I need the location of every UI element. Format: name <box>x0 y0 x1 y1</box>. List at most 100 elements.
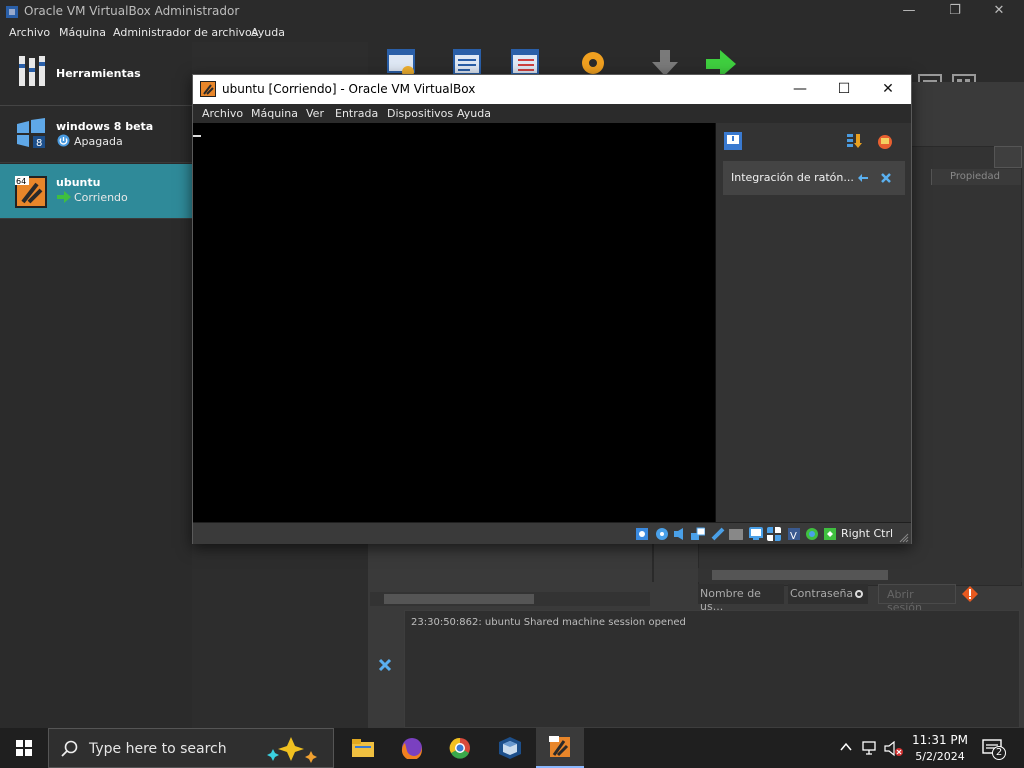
firefox-icon <box>401 738 422 759</box>
text-cursor <box>193 135 201 137</box>
taskbar-chrome[interactable] <box>436 728 484 768</box>
vm-display[interactable] <box>193 123 715 522</box>
network-wired-icon[interactable] <box>862 741 880 755</box>
optical-drive-icon[interactable] <box>655 527 669 541</box>
show-password-icon[interactable] <box>854 589 864 599</box>
scrollbar-thumb[interactable] <box>712 570 888 580</box>
search-placeholder: Type here to search <box>89 741 227 757</box>
host-key-label: Right Ctrl <box>841 527 894 540</box>
network-icon[interactable] <box>691 527 705 541</box>
audio-icon[interactable] <box>673 527 687 541</box>
close-log-icon[interactable] <box>378 658 392 672</box>
horizontal-scrollbar[interactable] <box>370 592 650 606</box>
folder-icon <box>352 739 374 757</box>
clock-time[interactable]: 11:31 PM <box>912 733 968 747</box>
search-icon <box>61 740 78 757</box>
video-capture-icon[interactable] <box>767 527 781 541</box>
vm-state: Corriendo <box>74 191 128 204</box>
sort-icon[interactable] <box>846 132 862 150</box>
notification-item[interactable]: Integración de ratón... <box>723 161 905 195</box>
windows-taskbar: Type here to search 11:31 PM 5/2/2024 2 <box>0 728 1024 768</box>
tools-label: Herramientas <box>56 67 141 80</box>
dropdown-button[interactable] <box>994 146 1022 168</box>
taskbar-firefox[interactable] <box>388 728 436 768</box>
manager-title: Oracle VM VirtualBox Administrador <box>24 4 240 18</box>
vm-menu-maquina[interactable]: Máquina <box>251 107 298 120</box>
vm-minimize-button[interactable]: — <box>777 75 823 104</box>
running-arrow-icon <box>57 191 71 203</box>
manager-menubar: Archivo Máquina Administrador de archivo… <box>0 24 1024 42</box>
vm-menu-archivo[interactable]: Archivo <box>202 107 243 120</box>
usb-icon[interactable] <box>711 527 725 541</box>
vm-window-title: ubuntu [Corriendo] - Oracle VM VirtualBo… <box>222 82 476 96</box>
virtualbox-icon <box>499 737 521 759</box>
taskbar-virtualbox[interactable] <box>486 728 534 768</box>
tools-item[interactable]: Herramientas <box>0 42 192 106</box>
close-button[interactable]: ✕ <box>976 0 1022 24</box>
svg-text:8: 8 <box>36 138 42 149</box>
vm-statusbar: V Right Ctrl <box>193 522 911 544</box>
resize-grip-icon[interactable] <box>899 533 909 543</box>
login-button[interactable]: Abrir sesión <box>878 584 956 614</box>
notification-center-button[interactable]: 2 <box>980 736 1008 760</box>
vm-list-sidebar: Herramientas 8 windows 8 beta Apagada 64… <box>0 42 192 728</box>
vm-maximize-button[interactable]: ☐ <box>821 75 867 104</box>
display-icon[interactable] <box>749 527 763 541</box>
vm-menu-ayuda[interactable]: Ayuda <box>457 107 491 120</box>
restore-button[interactable]: ❐ <box>932 0 978 24</box>
chevron-up-icon[interactable] <box>840 742 852 752</box>
svg-text:V: V <box>790 531 797 541</box>
properties-scrollbar[interactable] <box>698 568 1022 582</box>
vm-titlebar: ubuntu [Corriendo] - Oracle VM VirtualBo… <box>193 75 911 104</box>
hard-disk-icon[interactable] <box>635 527 649 541</box>
tools-icon <box>19 56 45 86</box>
notification-count-badge: 2 <box>992 746 1006 760</box>
vm-menu-ver[interactable]: Ver <box>306 107 324 120</box>
virtualization-icon[interactable]: V <box>787 527 801 541</box>
ubuntu-vm-icon <box>200 81 216 97</box>
copilot-sparkle-icon <box>267 737 317 763</box>
vm-menu-entrada[interactable]: Entrada <box>335 107 378 120</box>
close-notification-icon[interactable] <box>881 173 891 183</box>
virtualbox-logo-icon <box>6 6 18 18</box>
shared-folders-icon[interactable] <box>729 527 743 541</box>
clock-date[interactable]: 5/2/2024 <box>912 750 968 763</box>
vm-item-ubuntu[interactable]: 64 ubuntu Corriendo <box>0 164 192 219</box>
vm-name: windows 8 beta <box>56 120 154 133</box>
username-field[interactable]: Nombre de us... <box>698 584 784 613</box>
taskbar-ubuntu-vm[interactable] <box>536 728 584 768</box>
menu-archivo[interactable]: Archivo <box>9 26 50 39</box>
menu-file-manager[interactable]: Administrador de archivos <box>113 26 257 39</box>
mouse-integration-status-icon[interactable] <box>805 527 819 541</box>
menu-ayuda[interactable]: Ayuda <box>251 26 285 39</box>
vm-name: ubuntu <box>56 176 101 189</box>
scrollbar-thumb[interactable] <box>384 594 534 604</box>
vm-state: Apagada <box>74 135 123 148</box>
vm-window-ubuntu: ubuntu [Corriendo] - Oracle VM VirtualBo… <box>192 74 912 544</box>
vm-close-button[interactable]: ✕ <box>865 75 911 104</box>
manager-titlebar: Oracle VM VirtualBox Administrador — ❐ ✕ <box>0 0 1024 24</box>
chrome-icon <box>449 737 470 759</box>
clear-notifications-icon[interactable] <box>876 132 894 150</box>
properties-column-header[interactable]: Propiedad <box>931 169 1021 185</box>
windows-start-icon[interactable] <box>16 740 32 756</box>
taskbar-search-box[interactable]: Type here to search <box>48 728 334 768</box>
power-off-icon <box>57 134 70 147</box>
warning-icon <box>962 586 978 602</box>
windows-8-os-icon: 8 <box>17 118 45 149</box>
notification-icon[interactable] <box>724 132 742 150</box>
taskbar-file-explorer[interactable] <box>338 728 386 768</box>
log-line: 23:30:50:862: ubuntu Shared machine sess… <box>411 617 686 628</box>
keyboard-capture-icon[interactable] <box>823 527 837 541</box>
ubuntu-vm-taskbar-icon <box>549 736 570 757</box>
ubuntu-64-os-icon: 64 <box>15 176 47 208</box>
svg-text:64: 64 <box>16 177 26 186</box>
mouse-integration-icon[interactable] <box>857 173 869 183</box>
menu-maquina[interactable]: Máquina <box>59 26 106 39</box>
volume-muted-icon[interactable] <box>884 741 904 757</box>
minimize-button[interactable]: — <box>886 0 932 24</box>
vm-menubar: Archivo Máquina Ver Entrada Dispositivos… <box>193 104 911 123</box>
vm-menu-dispositivos[interactable]: Dispositivos <box>387 107 453 120</box>
vm-item-windows-8-beta[interactable]: 8 windows 8 beta Apagada <box>0 108 192 163</box>
log-panel: 23:30:50:862: ubuntu Shared machine sess… <box>404 610 1020 728</box>
